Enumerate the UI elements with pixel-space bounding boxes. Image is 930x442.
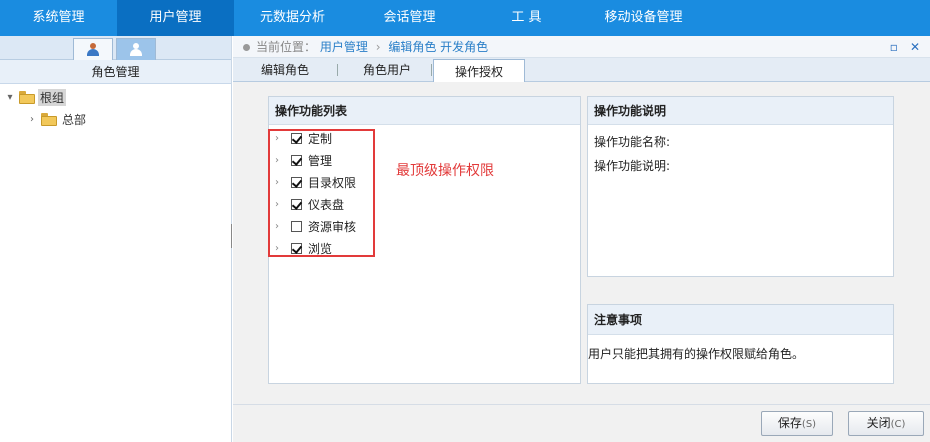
left-icon-tabs bbox=[0, 36, 231, 60]
save-button[interactable]: 保存(S) bbox=[761, 411, 833, 436]
tree-node-label: 根组 bbox=[38, 88, 67, 106]
save-button-label: 保存 bbox=[777, 416, 802, 430]
nav-item-session-management[interactable]: 会话管理 bbox=[351, 0, 468, 36]
nav-item-user-management[interactable]: 用户管理 bbox=[117, 0, 234, 36]
role-tab[interactable] bbox=[116, 38, 156, 60]
breadcrumb-prefix: 当前位置： bbox=[256, 40, 317, 54]
folder-icon bbox=[19, 90, 35, 104]
breadcrumb-item-user-management[interactable]: 用户管理 bbox=[320, 40, 368, 54]
tab-divider bbox=[337, 64, 338, 76]
breadcrumb: 当前位置： 用户管理 › 编辑角色 开发角色 ▫ ✕ bbox=[233, 36, 930, 58]
operation-list-title: 操作功能列表 bbox=[269, 97, 580, 125]
tab-bar: 编辑角色 角色用户 操作授权 bbox=[233, 58, 930, 83]
close-button-label: 关闭 bbox=[866, 416, 891, 430]
operation-name-label: 操作功能名称: bbox=[594, 135, 671, 149]
save-shortcut: (S) bbox=[801, 419, 817, 430]
user-icon bbox=[87, 43, 99, 56]
breadcrumb-item-edit-role[interactable]: 编辑角色 bbox=[388, 40, 436, 54]
nav-item-tools[interactable]: 工 具 bbox=[468, 0, 585, 36]
tab-operation-authorization[interactable]: 操作授权 bbox=[433, 59, 525, 83]
tree-node-label: 总部 bbox=[62, 112, 87, 127]
tab-edit-role[interactable]: 编辑角色 bbox=[245, 58, 325, 82]
tab-divider bbox=[431, 64, 432, 76]
left-panel: 角色管理 ▾ 根组 › 总部 bbox=[0, 36, 234, 442]
close-icon[interactable]: ✕ bbox=[910, 40, 920, 54]
close-button[interactable]: 关闭(C) bbox=[848, 411, 924, 436]
tab-role-users[interactable]: 角色用户 bbox=[345, 58, 429, 82]
nav-item-mobile-device-management[interactable]: 移动设备管理 bbox=[585, 0, 702, 36]
nav-item-metadata-analysis[interactable]: 元数据分析 bbox=[234, 0, 351, 36]
breadcrumb-item-dev-role[interactable]: 开发角色 bbox=[440, 40, 488, 54]
notes-panel: 注意事项 用户只能把其拥有的操作权限赋给角色。 bbox=[587, 304, 894, 384]
expand-arrow-icon[interactable]: ▾ bbox=[4, 92, 16, 103]
operation-description-panel: 操作功能说明 操作功能名称: 操作功能说明: bbox=[587, 96, 894, 277]
close-shortcut: (C) bbox=[890, 419, 906, 430]
role-management-title: 角色管理 bbox=[0, 60, 231, 84]
collapse-arrow-icon[interactable]: › bbox=[26, 114, 38, 125]
highlight-box bbox=[268, 129, 375, 257]
annotation-text: 最顶级操作权限 bbox=[396, 163, 494, 179]
nav-item-system-management[interactable]: 系统管理 bbox=[0, 0, 117, 36]
role-icon bbox=[130, 43, 142, 56]
maximize-icon[interactable]: ▫ bbox=[890, 40, 898, 54]
tree-node-root[interactable]: ▾ 根组 bbox=[4, 88, 67, 106]
footer-bar: 保存(S) 关闭(C) bbox=[233, 404, 930, 442]
main-area: 当前位置： 用户管理 › 编辑角色 开发角色 ▫ ✕ 编辑角色 角色用户 操作授权… bbox=[233, 36, 930, 442]
top-nav: 系统管理 用户管理 元数据分析 会话管理 工 具 移动设备管理 bbox=[0, 0, 930, 36]
notes-text: 用户只能把其拥有的操作权限赋给角色。 bbox=[588, 347, 805, 361]
tree-node-headquarters[interactable]: › 总部 bbox=[26, 110, 88, 128]
folder-icon bbox=[41, 112, 57, 126]
notes-title: 注意事项 bbox=[588, 305, 893, 335]
location-dot-icon bbox=[243, 44, 250, 51]
operation-description-title: 操作功能说明 bbox=[588, 97, 893, 125]
user-tab[interactable] bbox=[73, 38, 113, 60]
operation-desc-label: 操作功能说明: bbox=[594, 159, 671, 173]
breadcrumb-separator-icon: › bbox=[375, 40, 381, 54]
